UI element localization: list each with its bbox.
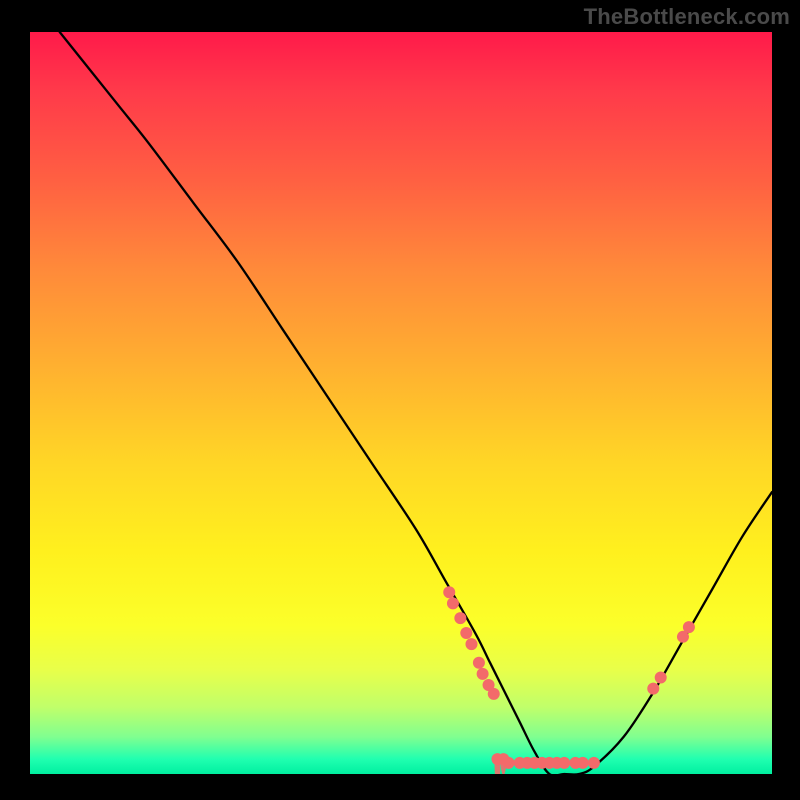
data-marker [447,597,459,609]
data-marker [473,657,485,669]
data-marker [454,612,466,624]
data-marker [503,757,515,769]
data-marker [488,688,500,700]
data-marker [588,757,600,769]
data-marker [683,621,695,633]
chart-svg [30,32,772,774]
data-marker [577,757,589,769]
chart-container: TheBottleneck.com [0,0,800,800]
data-marker [443,586,455,598]
data-marker [558,757,570,769]
data-marker [465,638,477,650]
watermark-text: TheBottleneck.com [584,4,790,30]
data-marker [477,668,489,680]
data-marker [647,683,659,695]
data-marker [655,672,667,684]
data-marker [460,627,472,639]
bottleneck-curve [60,32,772,774]
markers-layer [443,586,695,769]
plot-area [30,32,772,774]
